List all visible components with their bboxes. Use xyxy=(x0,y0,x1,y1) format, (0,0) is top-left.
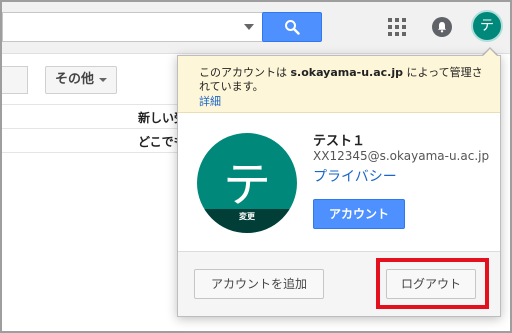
avatar-initial: テ xyxy=(222,157,271,213)
privacy-link[interactable]: プライバシー xyxy=(313,166,397,186)
notice-prefix: このアカウントは xyxy=(199,66,291,79)
list-divider xyxy=(2,128,192,129)
chevron-down-icon xyxy=(99,78,107,82)
logout-highlight-annotation xyxy=(376,258,489,309)
account-avatar-button[interactable]: テ xyxy=(471,10,503,42)
user-email: XX12345@s.okayama-u.ac.jp xyxy=(313,149,490,163)
search-options-dropdown-icon[interactable] xyxy=(244,24,254,30)
notifications-bell-icon[interactable] xyxy=(432,17,452,37)
top-bar: テ xyxy=(2,2,510,54)
search-icon xyxy=(285,20,300,35)
notice-domain: s.okayama-u.ac.jp xyxy=(290,66,404,79)
user-name: テスト１ xyxy=(313,134,366,149)
add-account-button[interactable]: アカウントを追加 xyxy=(194,269,324,299)
account-button[interactable]: アカウント xyxy=(313,199,405,229)
search-input[interactable] xyxy=(2,12,264,42)
profile-avatar[interactable]: テ 変更 xyxy=(197,133,297,233)
search-button[interactable] xyxy=(262,12,322,42)
change-photo-label[interactable]: 変更 xyxy=(197,209,297,233)
apps-grid-icon[interactable] xyxy=(388,18,406,36)
browser-window: テ その他 新しい受 どこでも このアカウントは s.okayama-u.ac.… xyxy=(0,0,512,333)
list-divider xyxy=(2,104,192,105)
details-link[interactable]: 詳細 xyxy=(199,93,221,109)
managed-account-notice: このアカウントは s.okayama-u.ac.jp によって管理されています。… xyxy=(178,56,500,113)
list-divider xyxy=(2,152,192,153)
toolbar-button-partial[interactable] xyxy=(2,66,28,94)
popup-pointer-fill xyxy=(482,49,498,57)
more-actions-button[interactable]: その他 xyxy=(45,66,117,94)
